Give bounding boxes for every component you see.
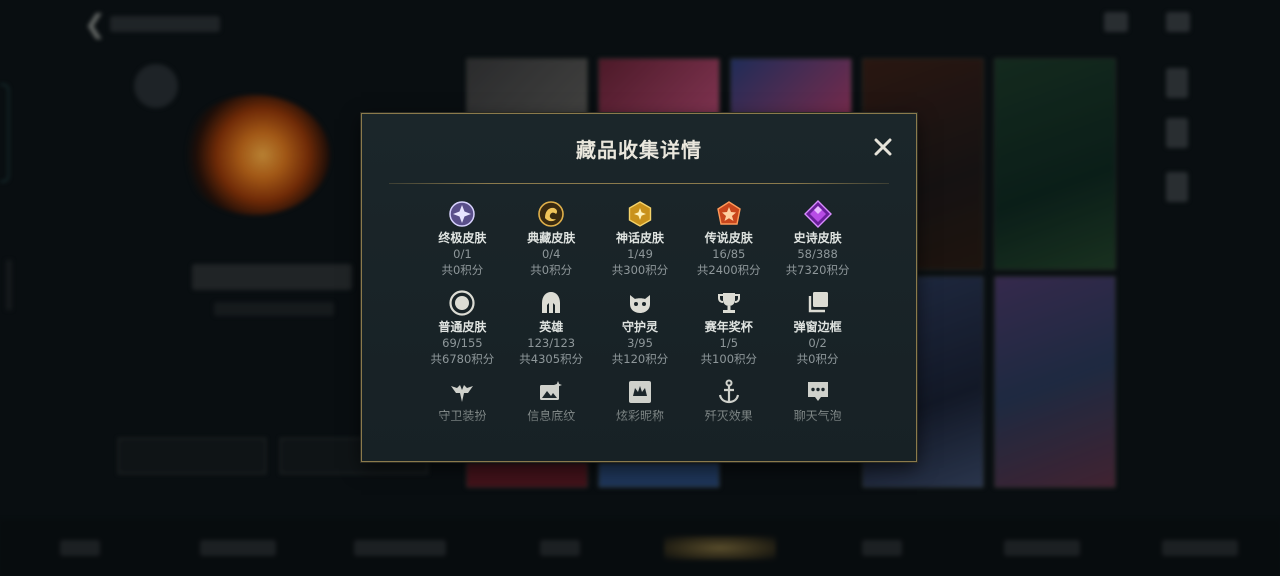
category-chat-bubble[interactable]: 聊天气泡 bbox=[773, 376, 862, 436]
ward-skin-icon bbox=[451, 385, 474, 402]
category-count: 123/123 bbox=[527, 336, 576, 350]
category-label: 赛年奖杯 bbox=[704, 320, 753, 334]
category-count: 0/1 bbox=[453, 247, 472, 261]
category-label: 普通皮肤 bbox=[438, 320, 487, 334]
legendary-skin-icon bbox=[717, 201, 741, 225]
category-points: 共300积分 bbox=[611, 263, 669, 277]
category-label: 歼灭效果 bbox=[704, 409, 753, 423]
category-count: 58/388 bbox=[797, 247, 838, 261]
collection-row: 普通皮肤 69/155 共6780积分 英雄 123/123 共4305积分 守… bbox=[418, 287, 862, 376]
prestige-skin-icon bbox=[538, 201, 564, 227]
category-points: 共7320积分 bbox=[785, 263, 850, 277]
frame-icon bbox=[808, 292, 828, 313]
modal-title: 藏品收集详情 bbox=[576, 138, 702, 162]
category-ultimate-skin[interactable]: 终极皮肤 0/1 共0积分 bbox=[418, 198, 507, 287]
category-season-trophy[interactable]: 赛年奖杯 1/5 共100积分 bbox=[684, 287, 773, 376]
banner-image-icon bbox=[540, 381, 563, 400]
category-prestige-skin[interactable]: 典藏皮肤 0/4 共0积分 bbox=[507, 198, 596, 287]
category-legendary-skin[interactable]: 传说皮肤 16/85 共2400积分 bbox=[684, 198, 773, 287]
category-points: 共6780积分 bbox=[430, 352, 495, 366]
category-points: 共100积分 bbox=[700, 352, 758, 366]
category-label: 聊天气泡 bbox=[793, 409, 842, 423]
category-label: 神话皮肤 bbox=[615, 231, 664, 245]
ward-pet-icon bbox=[629, 295, 650, 313]
anchor-icon bbox=[718, 379, 739, 404]
category-label: 炫彩昵称 bbox=[615, 409, 664, 423]
category-label: 史诗皮肤 bbox=[793, 231, 842, 245]
category-points: 共0积分 bbox=[441, 263, 484, 277]
epic-skin-icon bbox=[803, 200, 832, 228]
category-ace-effect[interactable]: 歼灭效果 bbox=[684, 376, 773, 436]
collection-row: 守卫装扮 信息底纹 炫彩昵称 歼灭效果 聊天气泡 bbox=[418, 376, 862, 436]
category-points: 共0积分 bbox=[530, 263, 573, 277]
ultimate-skin-icon bbox=[449, 201, 476, 227]
normal-skin-icon bbox=[449, 290, 475, 316]
category-popup-frame[interactable]: 弹窗边框 0/2 共0积分 bbox=[773, 287, 862, 376]
collection-row: 终极皮肤 0/1 共0积分 典藏皮肤 0/4 共0积分 神话皮肤 1/49 共3… bbox=[418, 198, 862, 287]
category-points: 共4305积分 bbox=[519, 352, 584, 366]
category-champions[interactable]: 英雄 123/123 共4305积分 bbox=[507, 287, 596, 376]
close-icon[interactable] bbox=[872, 136, 894, 158]
category-normal-skin[interactable]: 普通皮肤 69/155 共6780积分 bbox=[418, 287, 507, 376]
category-count: 0/4 bbox=[541, 247, 561, 261]
category-label: 典藏皮肤 bbox=[527, 231, 576, 245]
category-label: 守护灵 bbox=[621, 320, 658, 334]
helmet-icon bbox=[542, 292, 561, 313]
title-icon bbox=[628, 381, 651, 403]
category-epic-skin[interactable]: 史诗皮肤 58/388 共7320积分 bbox=[773, 198, 862, 287]
category-banner[interactable]: 信息底纹 bbox=[507, 376, 596, 436]
category-chroma-name[interactable]: 炫彩昵称 bbox=[596, 376, 685, 436]
title-divider bbox=[389, 183, 889, 184]
trophy-icon bbox=[717, 293, 740, 313]
category-label: 守卫装扮 bbox=[438, 409, 487, 423]
category-label: 信息底纹 bbox=[527, 409, 576, 423]
mythic-skin-icon bbox=[628, 201, 652, 227]
category-mythic-skin[interactable]: 神话皮肤 1/49 共300积分 bbox=[596, 198, 685, 287]
category-points: 共0积分 bbox=[796, 352, 839, 366]
category-label: 传说皮肤 bbox=[704, 231, 753, 245]
category-points: 共2400积分 bbox=[696, 263, 761, 277]
category-count: 1/5 bbox=[719, 336, 739, 350]
category-count: 0/2 bbox=[808, 336, 827, 350]
category-label: 英雄 bbox=[539, 320, 564, 334]
chat-bubble-icon bbox=[807, 382, 828, 401]
collection-details-modal: 藏品收集详情 终极皮肤 0/1 共0积分 典藏皮肤 0/4 共0积分 神话皮肤 … bbox=[361, 113, 917, 462]
collection-grid: 终极皮肤 0/1 共0积分 典藏皮肤 0/4 共0积分 神话皮肤 1/49 共3… bbox=[418, 198, 862, 436]
category-count: 16/85 bbox=[712, 247, 746, 261]
category-label: 终极皮肤 bbox=[438, 231, 487, 245]
category-count: 69/155 bbox=[442, 336, 483, 350]
category-count: 3/95 bbox=[627, 336, 653, 350]
category-count: 1/49 bbox=[627, 247, 653, 261]
category-points: 共120积分 bbox=[611, 352, 669, 366]
category-label: 弹窗边框 bbox=[793, 320, 842, 334]
category-ward-skin[interactable]: 守卫装扮 bbox=[418, 376, 507, 436]
category-ward-pet[interactable]: 守护灵 3/95 共120积分 bbox=[596, 287, 685, 376]
